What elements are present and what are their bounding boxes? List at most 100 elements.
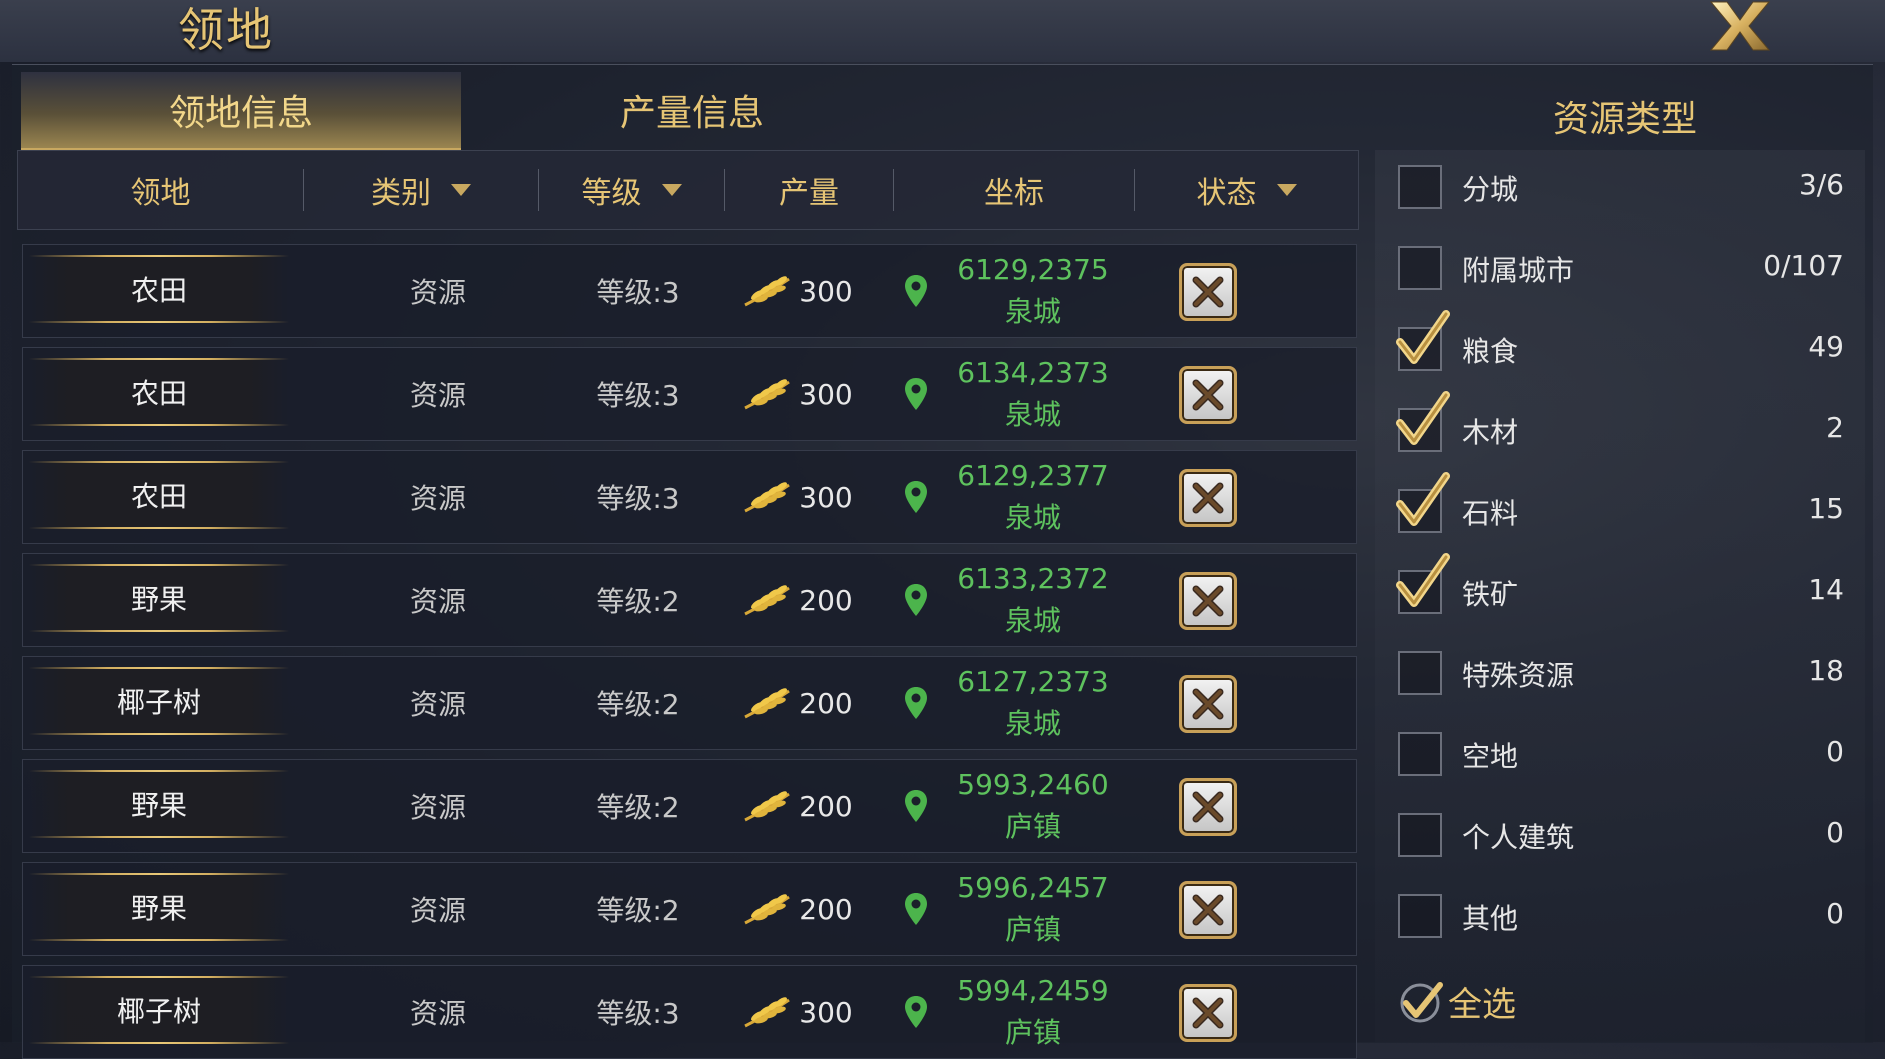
filter-count: 14 xyxy=(1808,573,1844,606)
filter-item[interactable]: 其他 0 xyxy=(1398,889,1848,949)
city-name: 泉城 xyxy=(1004,707,1061,740)
tab-output-info[interactable]: 产量信息 xyxy=(462,72,922,148)
filter-checkbox[interactable] xyxy=(1398,651,1442,695)
table-row[interactable]: 椰子树 资源 等级:2 200 6127,2373 泉城 xyxy=(22,656,1357,750)
filter-count: 0/107 xyxy=(1763,249,1844,282)
city-name: 泉城 xyxy=(1004,295,1061,328)
filter-label: 空地 xyxy=(1462,740,1519,773)
category: 资源 xyxy=(409,276,466,309)
check-mark-icon xyxy=(1396,472,1450,526)
filter-item[interactable]: 木材 2 xyxy=(1396,391,1848,463)
remove-territory-button[interactable] xyxy=(1179,366,1237,424)
column-coordinates: 坐标 xyxy=(984,176,1044,211)
filter-item[interactable]: 个人建筑 0 xyxy=(1398,808,1848,868)
wheat-icon xyxy=(744,482,791,513)
filter-item[interactable]: 分城 3/6 xyxy=(1398,160,1848,220)
remove-territory-button[interactable] xyxy=(1179,263,1237,321)
table-row[interactable]: 野果 资源 等级:2 200 6133,2372 泉城 xyxy=(22,553,1357,647)
level: 等级:3 xyxy=(596,482,680,515)
table-row[interactable]: 野果 资源 等级:2 200 5996,2457 庐镇 xyxy=(22,862,1357,956)
column-category-sort[interactable]: 类别 xyxy=(304,151,538,229)
output: 200 xyxy=(713,760,883,852)
coordinate-value: 6133,2372 xyxy=(957,562,1109,595)
level: 等级:2 xyxy=(596,894,680,927)
filter-count: 18 xyxy=(1808,654,1844,687)
table-row[interactable]: 野果 资源 等级:2 200 5993,2460 庐镇 xyxy=(22,759,1357,853)
filter-item[interactable]: 特殊资源 18 xyxy=(1398,646,1848,706)
filter-item[interactable]: 空地 0 xyxy=(1398,727,1848,787)
output: 200 xyxy=(713,863,883,955)
coordinates-link[interactable]: 6133,2372 泉城 xyxy=(903,558,1163,642)
filter-checkbox[interactable] xyxy=(1398,246,1442,290)
coordinates-link[interactable]: 6129,2375 泉城 xyxy=(903,249,1163,333)
filter-label: 分城 xyxy=(1462,173,1519,206)
remove-territory-button[interactable] xyxy=(1179,675,1237,733)
filter-checkbox[interactable] xyxy=(1398,165,1442,209)
close-button[interactable] xyxy=(1705,0,1775,54)
remove-territory-button[interactable] xyxy=(1179,984,1237,1042)
filter-checkbox[interactable] xyxy=(1398,813,1442,857)
table-row[interactable]: 农田 资源 等级:3 300 6129,2377 泉城 xyxy=(22,450,1357,544)
wheat-icon xyxy=(744,997,791,1028)
territory-name: 野果 xyxy=(29,873,289,941)
remove-territory-button[interactable] xyxy=(1179,778,1237,836)
output: 300 xyxy=(713,348,883,440)
territory-name: 野果 xyxy=(29,770,289,838)
territory-name: 农田 xyxy=(29,358,289,426)
coordinates-link[interactable]: 5993,2460 庐镇 xyxy=(903,764,1163,848)
filter-label: 附属城市 xyxy=(1462,254,1575,287)
coordinates-link[interactable]: 6129,2377 泉城 xyxy=(903,455,1163,539)
wheat-icon xyxy=(744,791,791,822)
wheat-icon xyxy=(744,894,791,925)
remove-x-icon xyxy=(1192,379,1224,411)
column-status-sort[interactable]: 状态 xyxy=(1135,151,1358,229)
category: 资源 xyxy=(409,688,466,721)
output: 300 xyxy=(713,966,883,1058)
filter-count: 49 xyxy=(1808,330,1844,363)
filter-item[interactable]: 粮食 49 xyxy=(1396,310,1848,382)
filter-count: 2 xyxy=(1826,411,1844,444)
filter-label: 铁矿 xyxy=(1462,578,1519,611)
filter-item[interactable]: 附属城市 0/107 xyxy=(1398,241,1848,301)
remove-x-icon xyxy=(1192,276,1224,308)
filter-count: 0 xyxy=(1826,735,1844,768)
column-output: 产量 xyxy=(779,176,839,211)
coordinate-value: 5996,2457 xyxy=(957,871,1109,904)
coordinate-value: 5994,2459 xyxy=(957,974,1109,1007)
column-level-sort[interactable]: 等级 xyxy=(539,151,724,229)
table-row[interactable]: 椰子树 资源 等级:3 300 5994,2459 庐镇 xyxy=(22,965,1357,1059)
wheat-icon xyxy=(744,688,791,719)
category: 资源 xyxy=(409,585,466,618)
coordinates-link[interactable]: 5996,2457 庐镇 xyxy=(903,867,1163,951)
level: 等级:2 xyxy=(596,791,680,824)
remove-x-icon xyxy=(1192,688,1224,720)
city-name: 泉城 xyxy=(1004,604,1061,637)
coordinates-link[interactable]: 6127,2373 泉城 xyxy=(903,661,1163,745)
filter-checkbox[interactable] xyxy=(1398,732,1442,776)
dropdown-arrow-icon xyxy=(661,184,682,196)
category: 资源 xyxy=(409,997,466,1030)
category: 资源 xyxy=(409,482,466,515)
select-all-label: 全选 xyxy=(1448,985,1516,1025)
remove-x-icon xyxy=(1192,482,1224,514)
table-row[interactable]: 农田 资源 等级:3 300 6129,2375 泉城 xyxy=(22,244,1357,338)
filter-label: 其他 xyxy=(1462,902,1519,935)
coordinates-link[interactable]: 6134,2373 泉城 xyxy=(903,352,1163,436)
filter-item[interactable]: 铁矿 14 xyxy=(1396,553,1848,625)
table-row[interactable]: 农田 资源 等级:3 300 6134,2373 泉城 xyxy=(22,347,1357,441)
wheat-icon xyxy=(744,585,791,616)
filter-label: 个人建筑 xyxy=(1462,821,1575,854)
city-name: 庐镇 xyxy=(1004,1016,1061,1049)
coordinates-link[interactable]: 5994,2459 庐镇 xyxy=(903,970,1163,1054)
remove-territory-button[interactable] xyxy=(1179,572,1237,630)
tab-territory-info[interactable]: 领地信息 xyxy=(21,72,461,151)
remove-territory-button[interactable] xyxy=(1179,469,1237,527)
remove-territory-button[interactable] xyxy=(1179,881,1237,939)
close-x-icon xyxy=(1709,1,1771,51)
remove-x-icon xyxy=(1192,997,1224,1029)
level: 等级:2 xyxy=(596,688,680,721)
filter-label: 粮食 xyxy=(1462,335,1519,368)
filter-checkbox[interactable] xyxy=(1398,894,1442,938)
filter-item[interactable]: 石料 15 xyxy=(1396,472,1848,544)
category: 资源 xyxy=(409,791,466,824)
